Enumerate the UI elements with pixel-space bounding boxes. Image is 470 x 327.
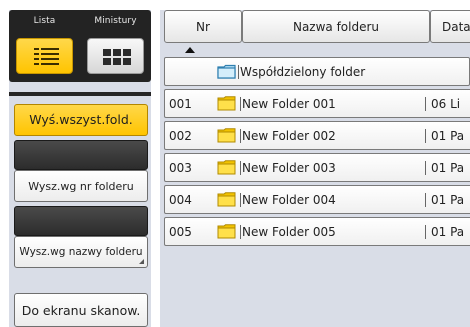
row-date: 01 Pa [424,161,465,175]
folder-icon [217,192,236,207]
left-panel: Lista Ministury Wyś.wszyst.fold. Wysz.wg… [9,10,151,327]
row-number: 002 [169,129,192,143]
shared-folder-label: Współdzielony folder [237,65,366,79]
search-by-name-label: Wysz.wg nazwy folderu [19,245,143,258]
show-all-folders-label: Wyś.wszyst.fold. [29,111,133,127]
column-header-date-label: Data [442,19,470,34]
grid-view-icon [103,49,131,65]
column-header-number[interactable]: Nr [164,10,242,43]
column-header-date[interactable]: Data [430,10,470,43]
row-number: 001 [169,97,192,111]
shared-folder-icon [217,64,236,79]
search-number-field[interactable] [14,140,148,170]
search-by-number-label: Wysz.wg nr folderu [28,179,134,193]
table-row[interactable]: 005 New Folder 005 01 Pa [164,217,470,246]
to-scan-screen-label: Do ekranu skanow. [21,302,141,318]
sort-ascending-icon [185,47,195,53]
row-number: 005 [169,225,192,239]
row-date: 01 Pa [424,129,465,143]
thumbnail-view-label: Ministury [94,16,137,26]
search-by-name-button[interactable]: Wysz.wg nazwy folderu [14,236,148,268]
folder-icon [217,128,236,143]
more-indicator-icon [139,259,144,264]
list-view-icon-box [16,38,73,74]
table-row[interactable]: 001 New Folder 001 06 Li [164,89,470,118]
folder-icon [217,96,236,111]
thumbnail-view-button[interactable]: Ministury [80,10,151,82]
column-header-folder-name-label: Nazwa folderu [292,19,380,34]
folder-icon [217,160,236,175]
search-by-number-button[interactable]: Wysz.wg nr folderu [14,170,148,202]
shared-folder-row[interactable]: Współdzielony folder [164,57,470,86]
separator [9,92,151,96]
row-folder-name: New Folder 001 [240,97,336,111]
row-date: 01 Pa [424,225,465,239]
row-date: 06 Li [424,97,461,111]
show-all-folders-button[interactable]: Wyś.wszyst.fold. [14,104,148,136]
table-row[interactable]: 004 New Folder 004 01 Pa [164,185,470,214]
row-number: 003 [169,161,192,175]
table-row[interactable]: 003 New Folder 003 01 Pa [164,153,470,182]
list-view-label: Lista [33,16,56,26]
row-date: 01 Pa [424,193,465,207]
row-number: 004 [169,193,192,207]
row-folder-name: New Folder 004 [240,193,336,207]
to-scan-screen-button[interactable]: Do ekranu skanow. [14,293,148,327]
row-folder-name: New Folder 002 [240,129,336,143]
row-folder-name: New Folder 003 [240,161,336,175]
column-header-folder-name[interactable]: Nazwa folderu [242,10,430,43]
thumbnail-view-icon-box [87,38,144,74]
column-header-number-label: Nr [196,19,210,34]
table-row[interactable]: 002 New Folder 002 01 Pa [164,121,470,150]
search-name-field[interactable] [14,206,148,236]
view-toggle: Lista Ministury [9,10,151,82]
folder-icon [217,224,236,239]
list-view-button[interactable]: Lista [9,10,80,82]
list-view-icon [34,48,59,65]
row-folder-name: New Folder 005 [240,225,336,239]
folder-table: Nr Nazwa folderu Data Współdzielony fold… [160,10,470,327]
